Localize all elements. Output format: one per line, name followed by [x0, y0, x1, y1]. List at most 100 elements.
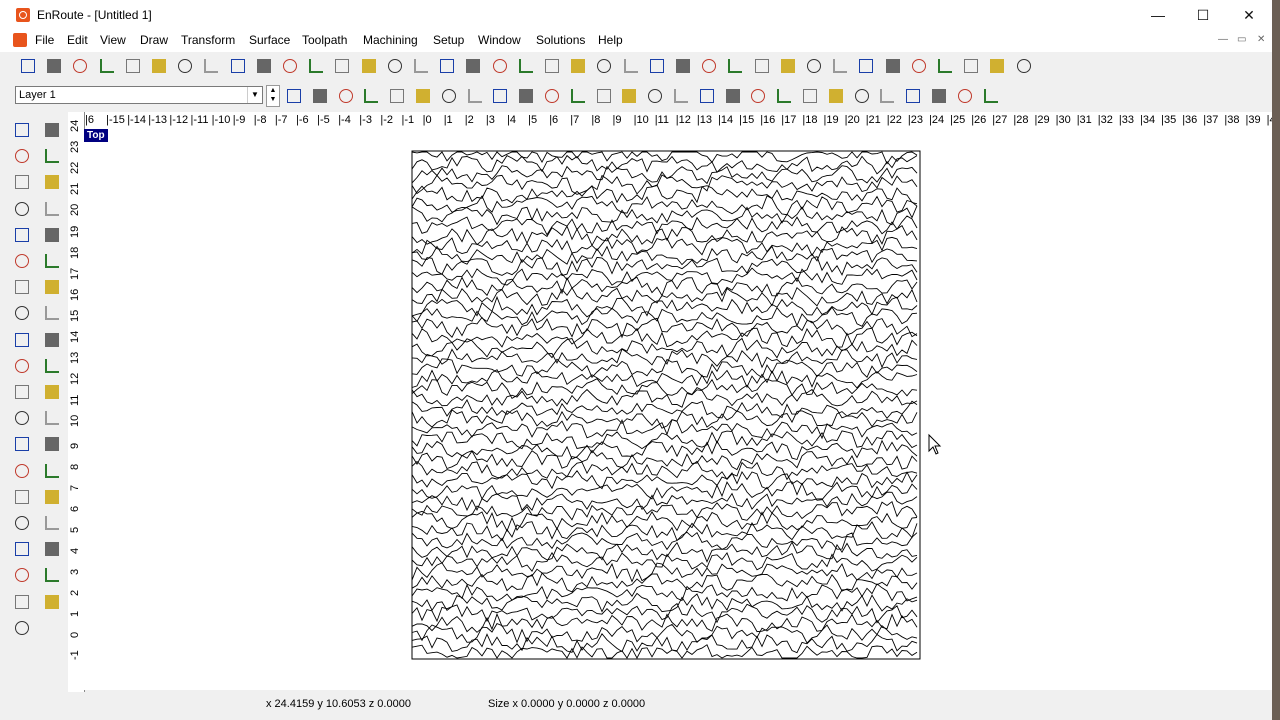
weld-button[interactable]	[568, 86, 588, 106]
menu-transform[interactable]: Transform	[181, 33, 235, 47]
cylinder-button[interactable]	[800, 86, 820, 106]
zoom-all-button[interactable]	[542, 56, 562, 76]
drawing-canvas[interactable]	[84, 130, 1272, 690]
zoom-extents-button[interactable]	[385, 56, 405, 76]
new-button[interactable]	[18, 56, 38, 76]
gear-tool[interactable]	[42, 539, 62, 559]
select-arrow-tool[interactable]	[12, 120, 32, 140]
ruler-tool[interactable]	[42, 303, 62, 323]
zoom-out-button[interactable]	[437, 56, 457, 76]
paint-tool[interactable]	[12, 277, 32, 297]
pen-tool[interactable]	[12, 303, 32, 323]
vertical-ruler[interactable]: 24 23 22 21 20 19 18 17 16 15 14 13 12 11 10 9 8 7 6 5 4 3 2 1 0…	[68, 112, 85, 692]
open-folder-button[interactable]	[70, 56, 90, 76]
tool-button[interactable]	[935, 56, 955, 76]
layers-tool[interactable]	[42, 199, 62, 219]
frame-tool[interactable]	[42, 251, 62, 271]
pyramid-button[interactable]	[852, 86, 872, 106]
delete-node-button[interactable]	[413, 86, 433, 106]
shape-tool[interactable]	[12, 251, 32, 271]
open-button[interactable]	[44, 56, 64, 76]
pen-tool-tool[interactable]	[12, 434, 32, 454]
zoom-node-button[interactable]	[439, 86, 459, 106]
pointer-button[interactable]	[804, 56, 824, 76]
menu-view[interactable]: View	[100, 33, 126, 47]
rotate-button[interactable]	[568, 56, 588, 76]
copy-tool[interactable]	[42, 172, 62, 192]
wave-button[interactable]	[619, 86, 639, 106]
mirror-tool[interactable]	[12, 225, 32, 245]
box2-button[interactable]	[671, 86, 691, 106]
array-button[interactable]	[621, 56, 641, 76]
transform-tool[interactable]	[12, 199, 32, 219]
stack-button[interactable]	[752, 56, 772, 76]
menu-machining[interactable]: Machining	[363, 33, 418, 47]
star-tool[interactable]	[12, 565, 32, 585]
horizontal-ruler[interactable]: |6 |-15 |-14 |-13 |-12 |-11 |-10 |-9 |-8 |-7 |-6 |-…	[84, 112, 1272, 131]
join-button[interactable]	[490, 86, 510, 106]
move-node-button[interactable]	[361, 86, 381, 106]
layer-color-button[interactable]	[284, 86, 304, 106]
list-tool[interactable]	[42, 120, 62, 140]
line-tool[interactable]	[12, 461, 32, 481]
undo-gray-button[interactable]	[987, 56, 1007, 76]
point-tool[interactable]	[12, 408, 32, 428]
scissor-tool[interactable]	[42, 382, 62, 402]
shelf-tool[interactable]	[12, 382, 32, 402]
menu-solutions[interactable]: Solutions	[536, 33, 585, 47]
close-button[interactable]: ✕	[1226, 0, 1272, 30]
smooth-button[interactable]	[516, 86, 536, 106]
circle-target-tool[interactable]	[42, 277, 62, 297]
menu-setup[interactable]: Setup	[433, 33, 464, 47]
redo-button[interactable]	[359, 56, 379, 76]
zoom-window-button[interactable]	[463, 56, 483, 76]
triangle-button[interactable]	[903, 86, 923, 106]
polygon-tool[interactable]	[42, 487, 62, 507]
settings-button[interactable]	[1014, 56, 1034, 76]
document-icon[interactable]	[13, 33, 27, 47]
stack2-button[interactable]	[778, 56, 798, 76]
mdi-close-button[interactable]: ✕	[1257, 34, 1265, 45]
sphere-button[interactable]	[826, 86, 846, 106]
pin-button[interactable]	[955, 86, 975, 106]
wedge-tool[interactable]	[42, 330, 62, 350]
menu-help[interactable]: Help	[598, 33, 623, 47]
menu-file[interactable]: File	[35, 33, 54, 47]
cone-button[interactable]	[748, 86, 768, 106]
wave2-button[interactable]	[697, 86, 717, 106]
print-button[interactable]	[123, 56, 143, 76]
mdi-restore-button[interactable]: ▭	[1237, 34, 1246, 45]
arrow-right-tool[interactable]	[42, 592, 62, 612]
circle-tool[interactable]	[42, 461, 62, 481]
delete-button[interactable]	[306, 56, 326, 76]
export-button[interactable]	[830, 56, 850, 76]
rect-tool[interactable]	[42, 434, 62, 454]
dimension-tool[interactable]	[12, 618, 32, 638]
menu-edit[interactable]: Edit	[67, 33, 88, 47]
undo-button[interactable]	[332, 56, 352, 76]
cube-button[interactable]	[774, 86, 794, 106]
target-tool[interactable]	[12, 592, 32, 612]
grid-tool[interactable]	[42, 513, 62, 533]
align-button[interactable]	[647, 56, 667, 76]
folder-button[interactable]	[961, 56, 981, 76]
text-tool[interactable]	[42, 565, 62, 585]
zoom-in-button[interactable]	[411, 56, 431, 76]
menu-toolpath[interactable]: Toolpath	[302, 33, 347, 47]
cube-tool[interactable]	[12, 356, 32, 376]
menu-window[interactable]: Window	[478, 33, 521, 47]
layers-button[interactable]	[725, 56, 745, 76]
ruler-button[interactable]	[201, 56, 221, 76]
add-node-button[interactable]	[387, 86, 407, 106]
zoom-pan-button[interactable]	[490, 56, 510, 76]
zoom-prev-button[interactable]	[516, 56, 536, 76]
fill-button[interactable]	[699, 56, 719, 76]
title-bar[interactable]: EnRoute - [Untitled 1] — ☐ ✕	[0, 0, 1272, 30]
dome-button[interactable]	[877, 86, 897, 106]
overlap-tool[interactable]	[42, 146, 62, 166]
bomb-button[interactable]	[929, 86, 949, 106]
array-tool[interactable]	[12, 539, 32, 559]
select-button[interactable]	[336, 86, 356, 106]
wrench-button[interactable]	[981, 86, 1001, 106]
corner-button[interactable]	[542, 86, 562, 106]
